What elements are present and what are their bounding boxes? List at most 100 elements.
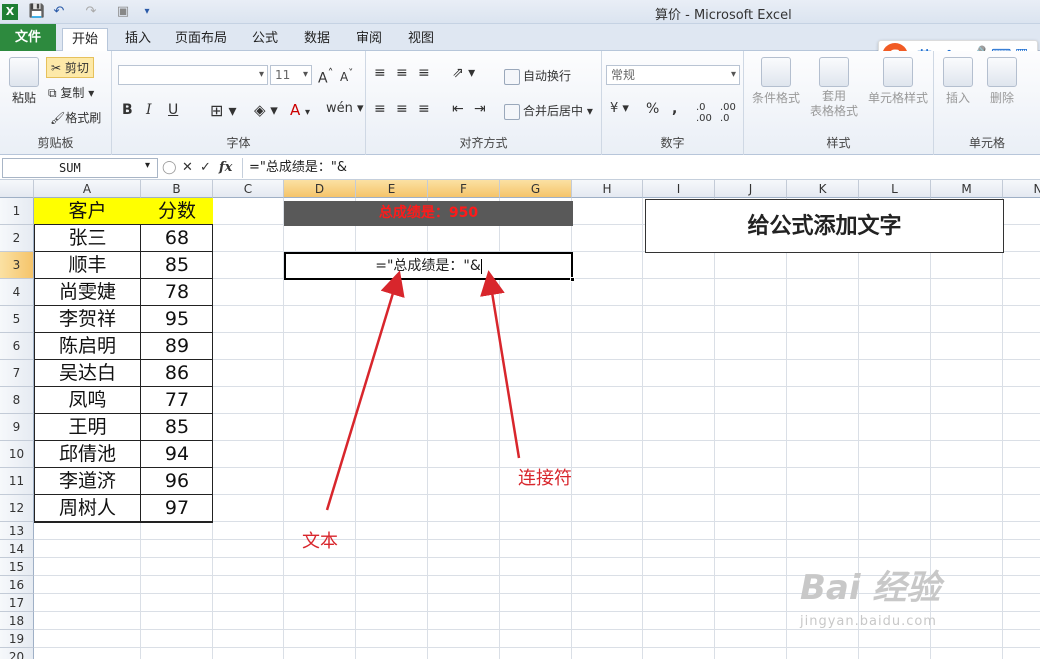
align-right-icon[interactable]: ≡ xyxy=(418,101,430,117)
wrap-text-button[interactable]: 自动换行 xyxy=(504,67,571,85)
row-header-2[interactable]: 2 xyxy=(0,225,34,252)
insert-cells-button[interactable]: 插入 xyxy=(940,57,976,106)
score-cell[interactable]: 77 xyxy=(141,387,213,414)
format-painter-button[interactable]: 🖌格式刷 xyxy=(50,109,101,126)
row-header-17[interactable]: 17 xyxy=(0,594,34,612)
insert-function-icon[interactable]: fx xyxy=(219,159,232,177)
grow-font-icon[interactable]: A˄ xyxy=(318,66,333,87)
score-cell[interactable]: 94 xyxy=(141,441,213,468)
tab-data[interactable]: 数据 xyxy=(296,28,338,51)
italic-button[interactable]: I xyxy=(146,102,152,118)
active-cell-d3[interactable]: ="总成绩是："& xyxy=(284,252,573,280)
phonetic-icon[interactable]: wén ▾ xyxy=(326,101,364,116)
number-format-combo[interactable]: 常规 xyxy=(606,65,740,85)
customer-cell[interactable]: 陈启明 xyxy=(34,333,141,360)
increase-indent-icon[interactable]: ⇥ xyxy=(474,101,486,117)
enter-icon[interactable]: ✓ xyxy=(200,159,211,177)
row-header-16[interactable]: 16 xyxy=(0,576,34,594)
bold-button[interactable]: B xyxy=(122,102,133,118)
row-header-8[interactable]: 8 xyxy=(0,387,34,414)
name-box-dropdown-icon[interactable]: ▾ xyxy=(145,160,150,171)
font-size-combo[interactable]: 11 xyxy=(270,65,312,85)
cell-styles-button[interactable]: 单元格样式 xyxy=(866,57,930,106)
align-top-icon[interactable]: ≡ xyxy=(374,65,386,81)
column-header-d[interactable]: D xyxy=(284,180,356,198)
column-header-i[interactable]: I xyxy=(643,180,715,198)
column-header-n[interactable]: N xyxy=(1003,180,1040,198)
score-cell[interactable]: 86 xyxy=(141,360,213,387)
underline-button[interactable]: U xyxy=(168,102,178,118)
row-header-5[interactable]: 5 xyxy=(0,306,34,333)
align-left-icon[interactable]: ≡ xyxy=(374,101,386,117)
row-header-11[interactable]: 11 xyxy=(0,468,34,495)
customer-cell[interactable]: 王明 xyxy=(34,414,141,441)
increase-decimal-icon[interactable]: .0.00 xyxy=(696,102,712,124)
column-header-b[interactable]: B xyxy=(141,180,213,198)
customer-cell[interactable]: 张三 xyxy=(34,225,141,252)
function-wizard-icon[interactable]: ◯ xyxy=(162,159,177,177)
decrease-decimal-icon[interactable]: .00.0 xyxy=(720,102,736,124)
currency-icon[interactable]: ¥ ▾ xyxy=(610,101,629,116)
comma-button[interactable]: , xyxy=(672,101,677,117)
row-header-6[interactable]: 6 xyxy=(0,333,34,360)
select-all-corner[interactable] xyxy=(0,180,34,198)
conditional-format-button[interactable]: 条件格式 xyxy=(750,57,802,106)
row-header-9[interactable]: 9 xyxy=(0,414,34,441)
customer-cell[interactable]: 李道济 xyxy=(34,468,141,495)
row-header-15[interactable]: 15 xyxy=(0,558,34,576)
column-header-h[interactable]: H xyxy=(572,180,643,198)
column-header-c[interactable]: C xyxy=(213,180,284,198)
delete-cells-button[interactable]: 删除 xyxy=(984,57,1020,106)
align-center-icon[interactable]: ≡ xyxy=(396,101,408,117)
align-bottom-icon[interactable]: ≡ xyxy=(418,65,430,81)
title-cell[interactable]: 给公式添加文字 xyxy=(645,199,1004,253)
customer-cell[interactable]: 邱倩池 xyxy=(34,441,141,468)
customer-cell[interactable]: 吴达白 xyxy=(34,360,141,387)
row-header-3[interactable]: 3 xyxy=(0,252,34,279)
column-header-m[interactable]: M xyxy=(931,180,1003,198)
score-cell[interactable]: 96 xyxy=(141,468,213,495)
column-header-j[interactable]: J xyxy=(715,180,787,198)
header-customer[interactable]: 客户 xyxy=(34,198,141,225)
customer-cell[interactable]: 周树人 xyxy=(34,495,141,522)
cancel-icon[interactable]: ✕ xyxy=(182,159,193,177)
customer-cell[interactable]: 顺丰 xyxy=(34,252,141,279)
row-header-12[interactable]: 12 xyxy=(0,495,34,522)
column-header-g[interactable]: G xyxy=(500,180,572,198)
customer-cell[interactable]: 尚雯婕 xyxy=(34,279,141,306)
tab-page-layout[interactable]: 页面布局 xyxy=(168,28,234,51)
tab-home[interactable]: 开始 xyxy=(62,28,108,51)
row-header-14[interactable]: 14 xyxy=(0,540,34,558)
row-header-20[interactable]: 20 xyxy=(0,648,34,659)
customer-cell[interactable]: 李贺祥 xyxy=(34,306,141,333)
score-cell[interactable]: 78 xyxy=(141,279,213,306)
fill-color-icon[interactable]: ◈ ▾ xyxy=(254,101,278,119)
column-header-a[interactable]: A xyxy=(34,180,141,198)
score-cell[interactable]: 85 xyxy=(141,414,213,441)
borders-icon[interactable]: ⊞ ▾ xyxy=(210,101,237,120)
total-score-cell[interactable]: 总成绩是：950 xyxy=(284,201,573,226)
decrease-indent-icon[interactable]: ⇤ xyxy=(452,101,464,117)
worksheet-grid[interactable]: ABCDEFGHIJKLMN 1 2 3 4 5 6 7 8 9 10 11 12 13 14 15 16 17… xyxy=(0,180,1040,659)
column-header-k[interactable]: K xyxy=(787,180,859,198)
score-cell[interactable]: 95 xyxy=(141,306,213,333)
row-header-4[interactable]: 4 xyxy=(0,279,34,306)
score-cell[interactable]: 97 xyxy=(141,495,213,522)
row-header-1[interactable]: 1 xyxy=(0,198,34,225)
column-header-f[interactable]: F xyxy=(428,180,500,198)
fill-handle[interactable] xyxy=(570,277,575,282)
row-header-10[interactable]: 10 xyxy=(0,441,34,468)
cut-button[interactable]: ✂ 剪切 xyxy=(46,57,94,78)
align-middle-icon[interactable]: ≡ xyxy=(396,65,408,81)
merge-center-button[interactable]: 合并后居中 ▾ xyxy=(504,102,593,120)
tab-view[interactable]: 视图 xyxy=(400,28,442,51)
name-box[interactable]: SUM xyxy=(2,158,158,178)
score-cell[interactable]: 68 xyxy=(141,225,213,252)
copy-button[interactable]: ⧉ 复制 ▾ xyxy=(48,84,94,101)
header-score[interactable]: 分数 xyxy=(141,198,213,225)
row-header-13[interactable]: 13 xyxy=(0,522,34,540)
tab-formulas[interactable]: 公式 xyxy=(244,28,286,51)
format-as-table-button[interactable]: 套用 表格格式 xyxy=(806,57,862,119)
customer-cell[interactable]: 凤鸣 xyxy=(34,387,141,414)
score-cell[interactable]: 89 xyxy=(141,333,213,360)
